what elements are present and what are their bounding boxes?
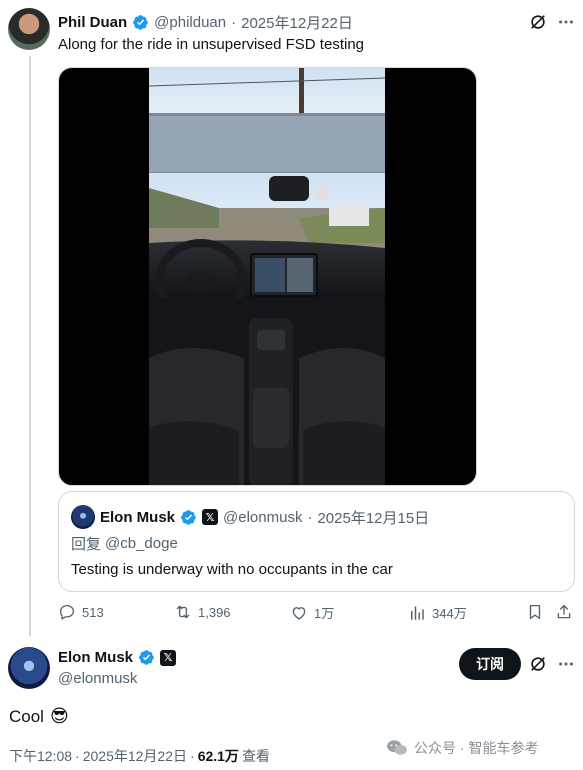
author-name[interactable]: Phil Duan xyxy=(58,14,127,31)
bookmark-button[interactable] xyxy=(526,603,544,621)
share-button[interactable] xyxy=(555,603,573,621)
more-icon[interactable] xyxy=(556,12,576,32)
main-post-text: Cool 😎 xyxy=(9,706,69,727)
x-affiliate-icon: 𝕏 xyxy=(202,509,219,525)
separator: · xyxy=(75,748,80,764)
separator: · xyxy=(190,748,195,764)
quoted-author-name: Elon Musk xyxy=(100,508,176,526)
views-button[interactable]: 344万 xyxy=(408,603,467,622)
reply-prefix: 回复 xyxy=(71,536,102,553)
like-button[interactable]: 1万 xyxy=(290,603,334,622)
post-meta: 下午12:08 · 2025年12月22日 · 62.1万 查看 xyxy=(9,746,270,766)
post-text: Along for the ride in unsupervised FSD t… xyxy=(58,36,364,53)
verified-badge-icon xyxy=(139,650,154,665)
post-time[interactable]: 下午12:08 xyxy=(9,746,72,766)
post-date[interactable]: 2025年12月22日 xyxy=(83,746,187,766)
quoted-post[interactable]: Elon Musk 𝕏 @elonmusk · 2025年12月15日 回复 @… xyxy=(58,491,575,592)
view-label: 查看 xyxy=(241,748,270,764)
main-header: Elon Musk 𝕏 xyxy=(58,649,177,666)
author-handle[interactable]: @elonmusk xyxy=(58,670,137,687)
x-affiliate-icon: 𝕏 xyxy=(160,649,177,666)
reply-context: 回复 @cb_doge xyxy=(71,533,178,554)
view-count: 344万 xyxy=(432,606,467,621)
quoted-text: Testing is underway with no occupants in… xyxy=(71,561,393,578)
avatar xyxy=(71,505,95,529)
separator: · xyxy=(231,14,237,31)
reply-to-handle[interactable]: @cb_doge xyxy=(105,535,178,552)
action-bar: 513 1,396 1万 344万 xyxy=(58,603,578,625)
reply-button[interactable]: 513 xyxy=(58,603,104,621)
post-date[interactable]: 2025年12月22日 xyxy=(241,12,353,33)
quoted-header: Elon Musk 𝕏 @elonmusk · 2025年12月15日 xyxy=(71,505,429,529)
sunglasses-emoji: 😎 xyxy=(49,706,69,726)
avatar[interactable] xyxy=(8,647,50,689)
author-name[interactable]: Elon Musk xyxy=(58,649,133,666)
separator: · xyxy=(307,508,313,526)
share-icon xyxy=(557,604,571,619)
watermark: 公众号 · 智能车参考 xyxy=(386,738,538,758)
video-frame xyxy=(149,68,385,485)
view-count: 62.1万 xyxy=(197,748,239,764)
author-handle[interactable]: @philduan xyxy=(154,14,226,31)
grok-icon[interactable] xyxy=(528,654,548,674)
quoted-post-date: 2025年12月15日 xyxy=(317,509,430,527)
bookmark-icon xyxy=(529,604,541,620)
avatar[interactable] xyxy=(8,8,50,50)
reply-header: Phil Duan @philduan · 2025年12月22日 xyxy=(58,12,353,33)
verified-badge-icon xyxy=(181,509,196,525)
repost-count: 1,396 xyxy=(198,604,231,620)
watermark-text: 公众号 · 智能车参考 xyxy=(414,740,539,756)
reply-icon xyxy=(59,604,75,620)
like-count: 1万 xyxy=(314,606,335,621)
repost-button[interactable]: 1,396 xyxy=(174,603,231,621)
grok-icon[interactable] xyxy=(528,12,548,32)
thread-line xyxy=(29,56,31,636)
views-icon xyxy=(411,605,424,620)
post-text: Cool xyxy=(9,706,44,726)
verified-badge-icon xyxy=(133,15,148,30)
reply-count: 513 xyxy=(82,604,104,620)
like-icon xyxy=(292,606,306,620)
subscribe-button[interactable]: 订阅 xyxy=(459,648,521,680)
quoted-author-handle: @elonmusk xyxy=(223,508,303,526)
repost-icon xyxy=(176,605,190,619)
wechat-icon xyxy=(387,740,407,755)
more-icon[interactable] xyxy=(556,654,576,674)
video-media[interactable] xyxy=(58,67,477,486)
